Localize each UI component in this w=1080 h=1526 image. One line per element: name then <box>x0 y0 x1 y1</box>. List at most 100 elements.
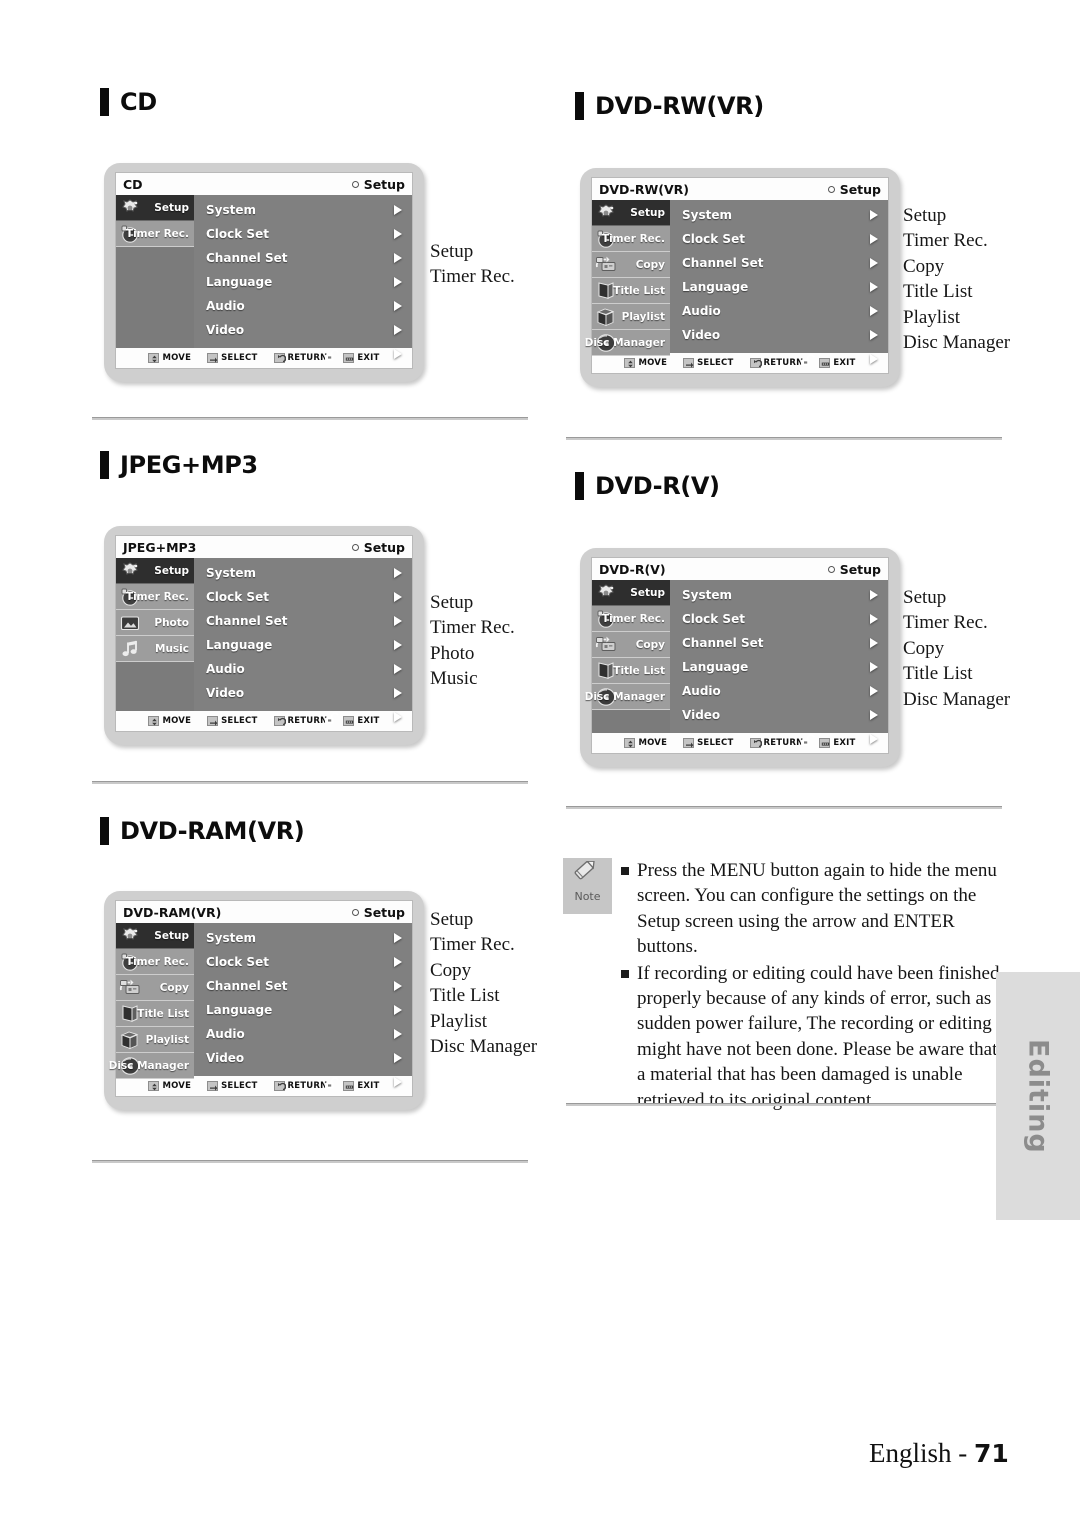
osd-footer-button-select[interactable]: SELECT <box>683 358 733 368</box>
caption-item: Copy <box>903 637 945 659</box>
osd-menu-row[interactable]: Language <box>194 998 412 1022</box>
osd-sidebar-item-photo[interactable]: Photo <box>116 610 194 636</box>
osd-footer-button-label: EXIT <box>833 738 856 748</box>
chevron-right-icon <box>394 592 402 602</box>
osd-sidebar-item-copy[interactable]: Copy <box>592 252 670 278</box>
osd-menu-row[interactable]: Audio <box>194 657 412 681</box>
osd-sidebar-item-setup[interactable]: Setup <box>592 580 670 606</box>
osd-menu-row[interactable]: Clock Set <box>194 950 412 974</box>
osd-menu-row-label: Clock Set <box>682 612 745 626</box>
osd-menu-row-label: Audio <box>682 304 721 318</box>
chevron-right-icon <box>394 349 402 359</box>
osd-footer-button-move[interactable]: MOVE <box>624 358 667 368</box>
osd-menu-row[interactable]: System <box>194 561 412 585</box>
osd-menu-row[interactable]: Channel Set <box>194 609 412 633</box>
osd-menu-row[interactable]: Clock Set <box>670 607 888 631</box>
osd-footer-button-move[interactable]: MOVE <box>148 1081 191 1091</box>
osd-footer-button-move[interactable]: MOVE <box>148 716 191 726</box>
osd-menu-row[interactable]: System <box>670 203 888 227</box>
osd-footer-button-move[interactable]: MOVE <box>624 738 667 748</box>
music-note-icon <box>122 640 137 656</box>
osd-sidebar-item-timer-rec[interactable]: Timer Rec. <box>592 226 670 252</box>
osd-sidebar-item-setup[interactable]: Setup <box>116 923 194 949</box>
osd-sidebar-item-timer-rec[interactable]: Timer Rec. <box>116 221 194 247</box>
osd-footer-button-return[interactable]: RETURN <box>273 1081 328 1091</box>
chevron-right-icon <box>394 1077 402 1087</box>
osd-menu-row[interactable]: Clock Set <box>194 222 412 246</box>
osd-sidebar-item-title-list[interactable]: Title List <box>116 1001 194 1027</box>
osd-sidebar-item-copy[interactable]: Copy <box>592 632 670 658</box>
osd-mode-label: Setup <box>839 181 881 197</box>
return-arrow-icon <box>753 359 762 368</box>
osd-menu-row[interactable]: Channel Set <box>670 631 888 655</box>
osd-sidebar-item-playlist[interactable]: Playlist <box>116 1027 194 1053</box>
osd-footer-button-select[interactable]: SELECT <box>207 1081 257 1091</box>
osd-footer-button-select[interactable]: SELECT <box>207 353 257 363</box>
osd-menu-row[interactable]: System <box>670 583 888 607</box>
osd-sidebar: Setup Timer Rec. Copy Title List Disc Manage… <box>585 580 670 733</box>
osd-sidebar-item-playlist[interactable]: Playlist <box>592 304 670 330</box>
return-arrow-icon-wrap <box>273 1081 286 1091</box>
playlist-icon-wrap <box>595 307 617 327</box>
osd-footer-button-return[interactable]: RETURN <box>273 716 328 726</box>
osd-sidebar-item-setup[interactable]: Setup <box>116 558 194 584</box>
osd-menu-row[interactable]: Video <box>194 1046 412 1070</box>
heading-bar-icon <box>575 472 584 500</box>
osd-content: Setup Timer Rec. Copy Title List Playlist Dis… <box>585 200 888 366</box>
osd-menu-row[interactable]: Language <box>194 633 412 657</box>
osd-menu-row[interactable]: Audio <box>194 294 412 318</box>
osd-footer-bar: MOVE SELECT RETURN EXIT <box>592 353 888 373</box>
osd-menu-row[interactable]: Video <box>194 318 412 342</box>
osd-sidebar-item-setup[interactable]: Setup <box>592 200 670 226</box>
osd-sidebar-item-disc-manager[interactable]: Disc Manager <box>109 1053 194 1079</box>
osd-menu-row[interactable]: Channel Set <box>194 974 412 998</box>
osd-footer-button-exit[interactable]: EXIT <box>819 738 855 748</box>
osd-footer-button-exit[interactable]: EXIT <box>343 1081 379 1091</box>
copy-icon-wrap <box>595 255 617 275</box>
osd-footer-button-exit[interactable]: EXIT <box>343 353 379 363</box>
osd-sidebar-item-timer-rec[interactable]: Timer Rec. <box>116 584 194 610</box>
osd-footer-button-select[interactable]: SELECT <box>683 738 733 748</box>
osd-sidebar-item-title-list[interactable]: Title List <box>592 278 670 304</box>
osd-menu-row[interactable]: Video <box>670 703 888 727</box>
osd-mode-indicator: Setup <box>827 562 881 577</box>
photo-icon-wrap <box>119 613 141 633</box>
osd-sidebar-item-setup[interactable]: Setup <box>116 195 194 221</box>
osd-menu-row[interactable]: Audio <box>194 1022 412 1046</box>
osd-sidebar-item-timer-rec[interactable]: Timer Rec. <box>592 606 670 632</box>
osd-footer-button-move[interactable]: MOVE <box>148 353 191 363</box>
osd-menu-row[interactable]: Channel Set <box>194 246 412 270</box>
chevron-right-icon <box>394 1005 402 1015</box>
padlock-open-icon <box>800 733 815 745</box>
osd-sidebar-item-disc-manager[interactable]: Disc Manager <box>585 330 670 356</box>
osd-menu-row-label: System <box>206 203 256 217</box>
osd-menu-row[interactable]: Clock Set <box>194 585 412 609</box>
osd-footer-button-return[interactable]: RETURN <box>749 358 804 368</box>
osd-footer-button-exit[interactable]: EXIT <box>819 358 855 368</box>
enter-key-icon <box>686 362 694 368</box>
osd-menu-row[interactable]: System <box>194 198 412 222</box>
osd-sidebar-item-disc-manager[interactable]: Disc Manager <box>585 684 670 710</box>
osd-footer-button-select[interactable]: SELECT <box>207 716 257 726</box>
osd-sidebar-item-copy[interactable]: Copy <box>116 975 194 1001</box>
osd-menu-row[interactable]: Audio <box>670 679 888 703</box>
osd-menu-row[interactable]: Audio <box>670 299 888 323</box>
osd-menu-row[interactable]: Channel Set <box>670 251 888 275</box>
return-arrow-icon <box>753 739 762 748</box>
osd-menu-row[interactable]: System <box>194 926 412 950</box>
osd-menu-row[interactable]: Video <box>670 323 888 347</box>
osd-sidebar-item-title-list[interactable]: Title List <box>592 658 670 684</box>
osd-menu-row[interactable]: Language <box>670 275 888 299</box>
osd-mode-label: Setup <box>363 539 405 555</box>
osd-menu-row[interactable]: Language <box>194 270 412 294</box>
osd-footer-button-return[interactable]: RETURN <box>273 353 328 363</box>
osd-menu-row[interactable]: Video <box>194 681 412 705</box>
osd-sidebar-item-timer-rec[interactable]: Timer Rec. <box>116 949 194 975</box>
copy-icon <box>119 979 140 994</box>
osd-menu-row[interactable]: Clock Set <box>670 227 888 251</box>
osd-menu-row[interactable]: Language <box>670 655 888 679</box>
osd-footer-button-exit[interactable]: EXIT <box>343 716 379 726</box>
setup-gear-icon <box>122 926 138 940</box>
osd-sidebar-item-music[interactable]: Music <box>116 636 194 662</box>
osd-footer-button-return[interactable]: RETURN <box>749 738 804 748</box>
